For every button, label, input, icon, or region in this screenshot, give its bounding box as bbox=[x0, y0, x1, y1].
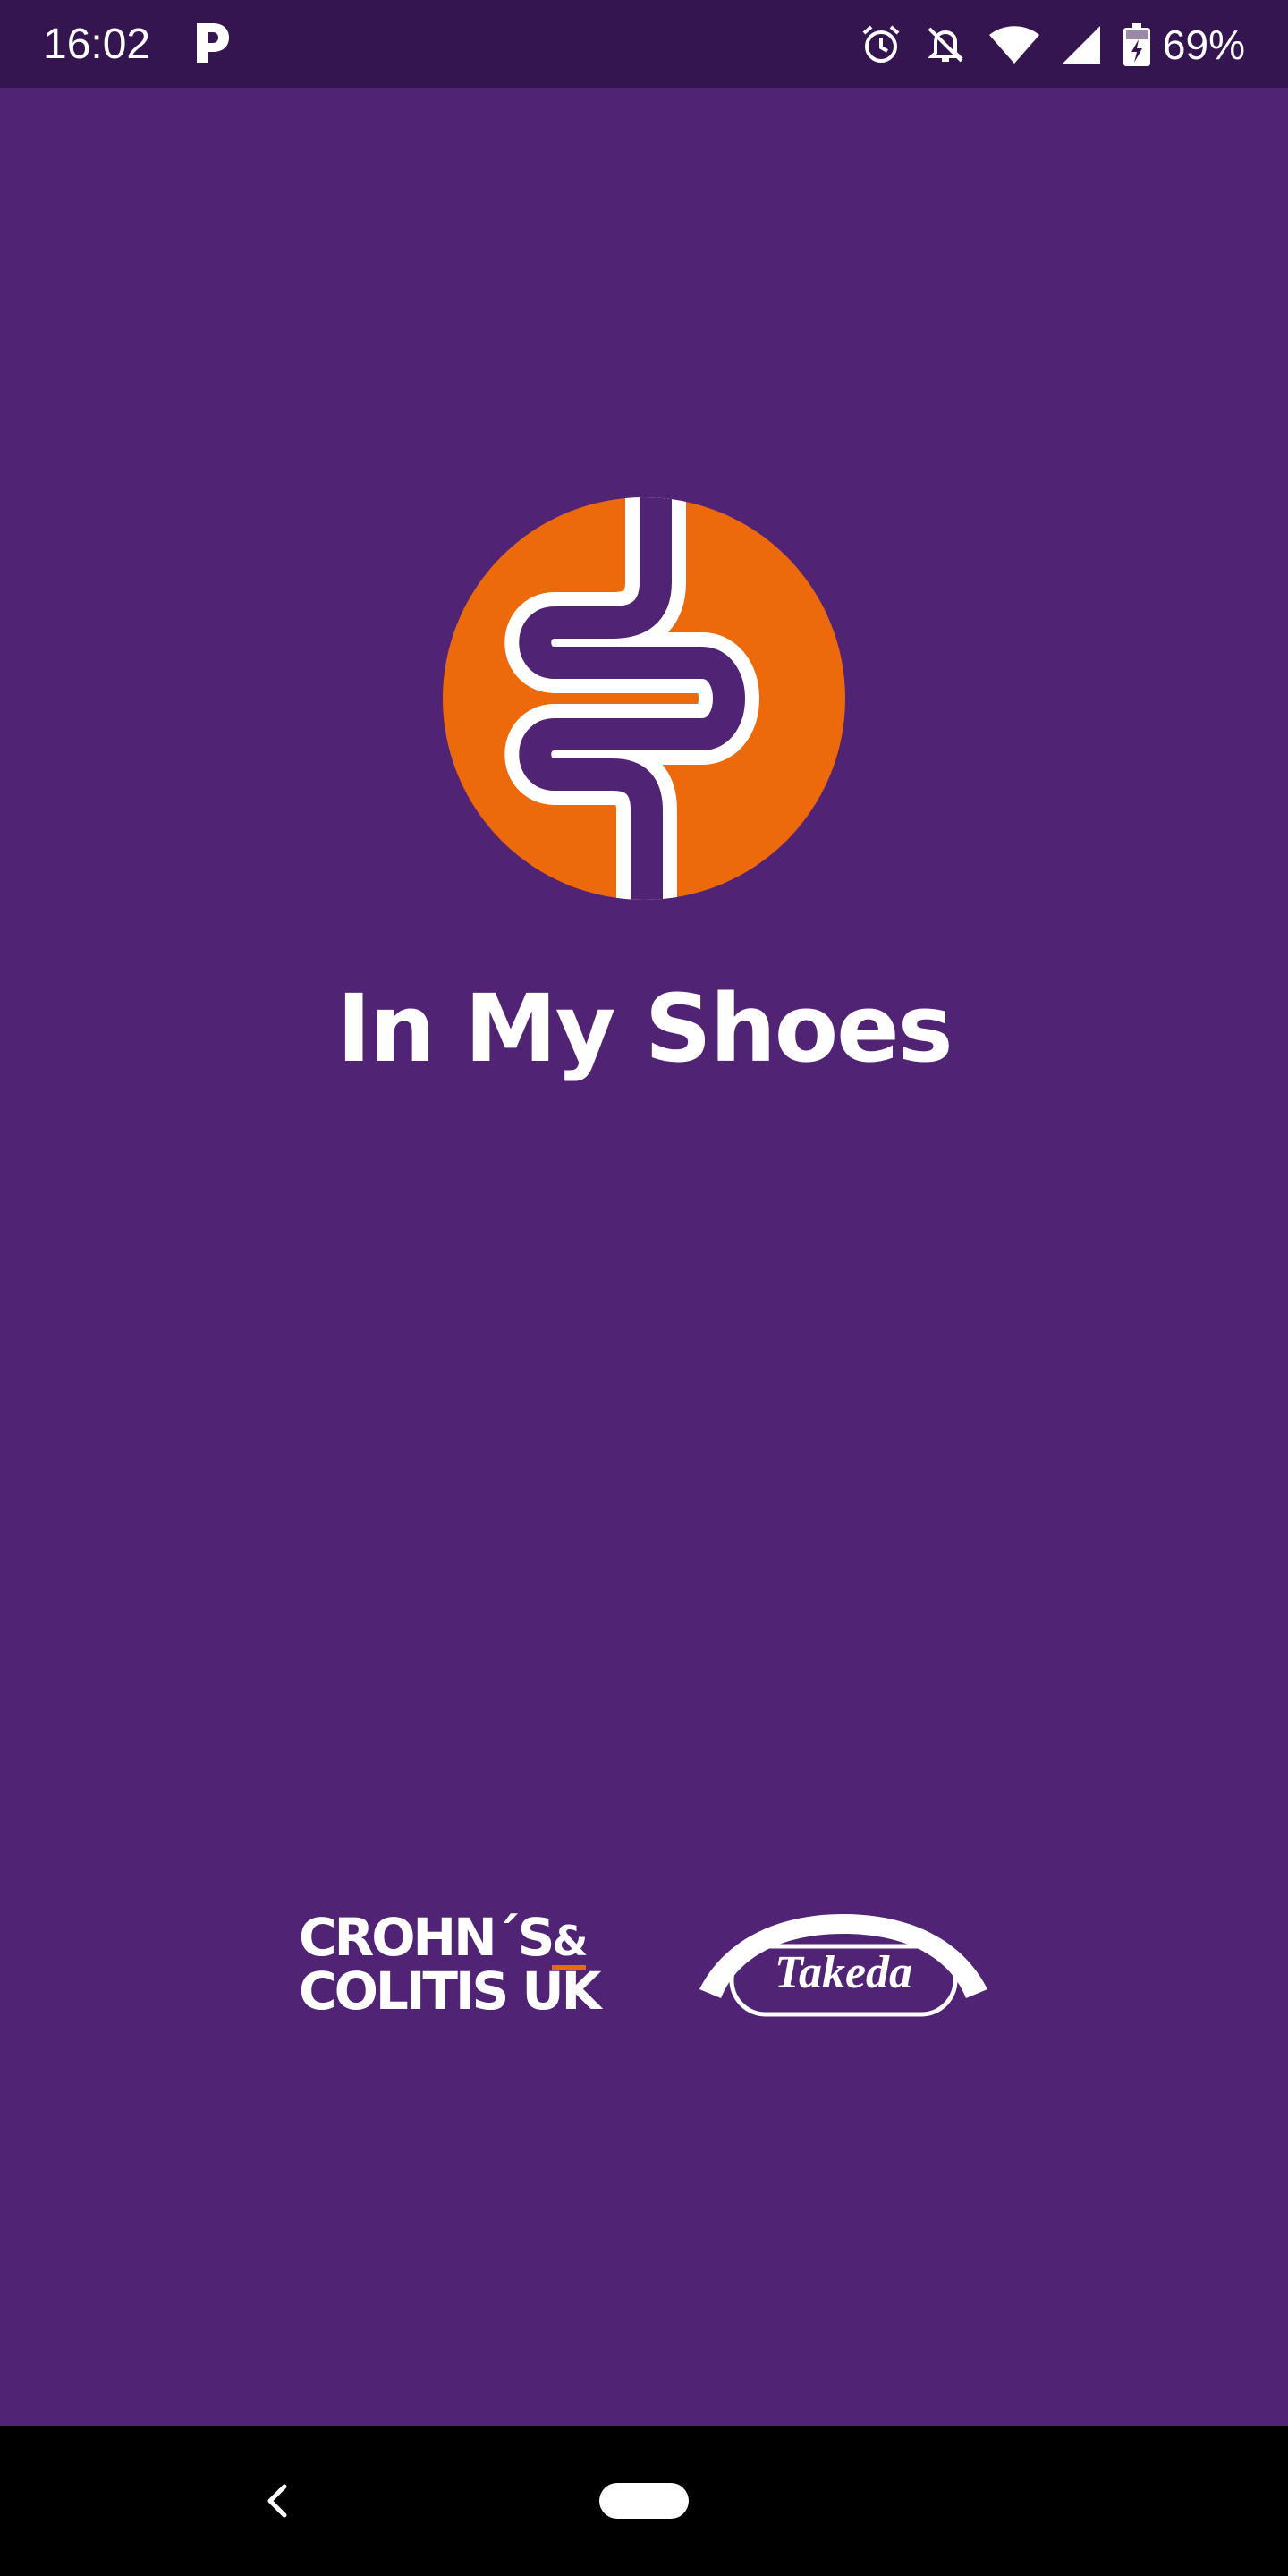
app-title: In My Shoes bbox=[336, 974, 953, 1083]
notifications-off-icon bbox=[928, 27, 963, 63]
takeda-logo: Takeda bbox=[698, 1912, 989, 2018]
status-time: 16:02 bbox=[43, 21, 151, 68]
status-icons: 69% bbox=[837, 16, 1245, 73]
alarm-icon bbox=[862, 25, 900, 63]
battery-charging-icon bbox=[1123, 23, 1150, 66]
takeda-wordmark: Takeda bbox=[774, 1947, 913, 1998]
home-pill-icon[interactable] bbox=[599, 2483, 689, 2519]
ccuk-line2: COLITIS UK bbox=[299, 1961, 602, 2021]
back-chevron-icon[interactable] bbox=[259, 2481, 295, 2521]
cell-signal-icon bbox=[1062, 26, 1100, 64]
intestine-logo-icon bbox=[443, 497, 845, 900]
status-bar: 16:02 69% bbox=[0, 0, 1288, 88]
navigation-bar bbox=[0, 2426, 1288, 2576]
ccuk-line1: CROHN´S bbox=[299, 1907, 555, 1968]
crohns-colitis-uk-logo: CROHN´S& COLITIS UK bbox=[299, 1911, 602, 2021]
parking-p-icon bbox=[197, 23, 229, 63]
wifi-icon bbox=[988, 26, 1039, 64]
battery-percent: 69% bbox=[1162, 21, 1245, 68]
